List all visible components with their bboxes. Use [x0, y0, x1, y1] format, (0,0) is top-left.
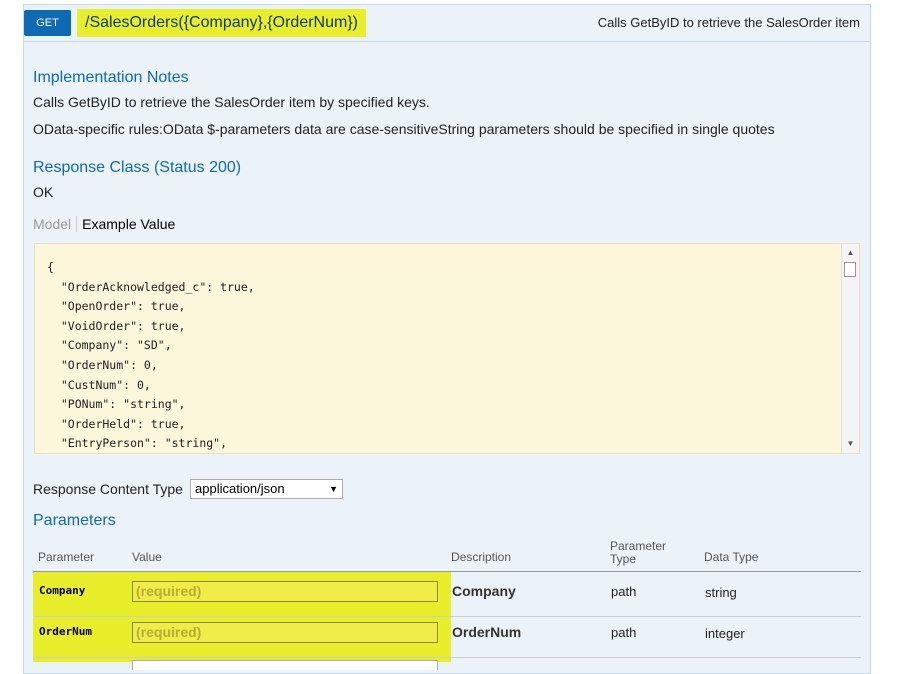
signature-tabs: Model Example Value [33, 216, 175, 232]
scroll-down-arrow-icon[interactable]: ▼ [842, 437, 859, 451]
header-divider [33, 571, 861, 572]
header-data-type: Data Type [704, 550, 759, 564]
param-datatype-ordernum: integer [705, 626, 745, 641]
header-value: Value [132, 550, 162, 564]
param-description-company: Company [452, 583, 516, 599]
header-parameter-type: Parameter Type [610, 539, 667, 566]
ordernum-input[interactable]: (required) [132, 622, 438, 643]
param-name-ordernum: OrderNum [39, 625, 92, 638]
example-value-box[interactable]: { "OrderAcknowledged_c": true, "OpenOrde… [34, 243, 860, 454]
response-content-type-label: Response Content Type [33, 481, 183, 497]
company-input[interactable]: (required) [132, 581, 438, 602]
param-name-company: Company [39, 584, 86, 597]
param-datatype-company: string [705, 585, 737, 600]
response-status-text: OK [33, 184, 54, 200]
operation-summary[interactable]: Calls GetByID to retrieve the SalesOrder… [598, 15, 860, 30]
tab-example-value[interactable]: Example Value [77, 216, 175, 232]
header-parameter: Parameter [38, 550, 95, 564]
implementation-notes-description: Calls GetByID to retrieve the SalesOrder… [33, 94, 430, 110]
example-json: { "OrderAcknowledged_c": true, "OpenOrde… [47, 260, 255, 451]
param-description-ordernum: OrderNum [452, 624, 522, 640]
odata-rules-text: OData-specific rules:OData $-parameters … [33, 121, 775, 137]
param-type-ordernum: path [611, 625, 637, 640]
tab-model[interactable]: Model [33, 216, 78, 232]
operation-panel: GET /SalesOrders({Company},{OrderNum}) C… [23, 4, 871, 674]
http-method-badge[interactable]: GET [24, 10, 71, 36]
endpoint-path[interactable]: /SalesOrders({Company},{OrderNum}) [77, 9, 366, 37]
next-param-input[interactable] [132, 660, 438, 670]
example-scrollbar[interactable]: ▲ ▼ [841, 244, 859, 453]
operation-header[interactable]: GET /SalesOrders({Company},{OrderNum}) C… [24, 5, 870, 42]
row-divider [33, 616, 861, 617]
response-content-type-select[interactable]: application/json ▼ [190, 479, 343, 499]
implementation-notes-title: Implementation Notes [33, 69, 189, 86]
scroll-thumb[interactable] [844, 262, 856, 277]
parameters-title: Parameters [33, 512, 116, 529]
scroll-up-arrow-icon[interactable]: ▲ [842, 246, 859, 260]
row-divider [33, 657, 861, 658]
header-description: Description [451, 550, 512, 564]
dropdown-arrow-icon: ▼ [329, 484, 338, 494]
param-type-company: path [611, 584, 637, 599]
response-content-type-value: application/json [195, 481, 285, 496]
response-class-title: Response Class (Status 200) [33, 159, 242, 176]
